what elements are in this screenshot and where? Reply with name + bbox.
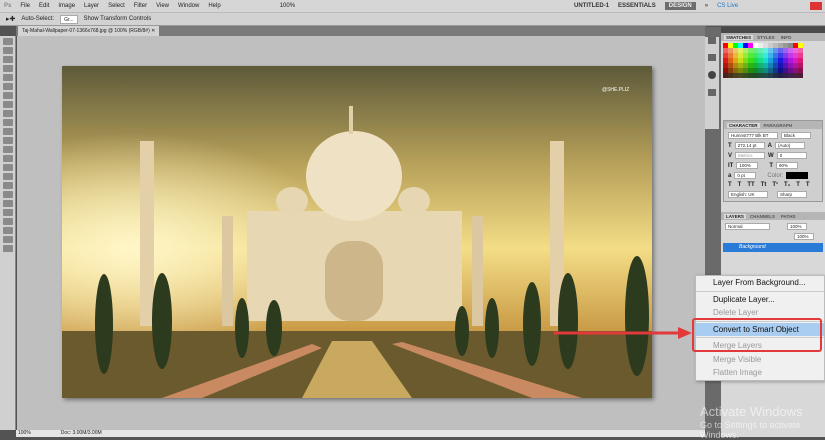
tab-styles[interactable]: STYLES [755,35,777,40]
auto-select-dropdown[interactable]: Gr... [60,14,78,24]
menu-item-flatten-image[interactable]: Flatten Image [696,366,824,380]
tool-icon[interactable] [3,164,13,171]
options-bar: ▸✚ Auto-Select: Gr... Show Transform Con… [0,12,825,26]
cs-live-button[interactable]: CS Live [717,3,738,9]
tool-icon[interactable] [3,173,13,180]
photoshop-logo: Ps [4,3,12,9]
menu-edit[interactable]: Edit [39,3,49,9]
tool-icon[interactable] [3,101,13,108]
tool-icon[interactable] [3,74,13,81]
color-label: Color: [767,172,784,179]
zoom-select[interactable]: 100% [280,3,295,9]
more-workspaces-button[interactable]: » [705,3,708,9]
tab-layers[interactable]: LAYERS [724,213,746,219]
menu-layer[interactable]: Layer [84,3,99,9]
tool-icon[interactable] [3,155,13,162]
tool-icon[interactable] [3,128,13,135]
horizontal-scale-field[interactable]: 90% [776,162,799,169]
menu-item-layer-from-background[interactable]: Layer From Background... [696,276,824,290]
activate-windows-subtitle: Go to Settings to activate Windows. [700,420,801,440]
swatch[interactable] [798,73,803,78]
fill-field[interactable]: 100% [794,233,814,240]
status-bar: 100% Doc: 3.00M/3.00M [16,430,706,437]
tool-icon[interactable] [3,83,13,90]
document-tab[interactable]: Taj-Mahal-Wallpaper-07-1366x768.jpg @ 10… [18,26,160,36]
menu-window[interactable]: Window [178,3,199,9]
tool-icon[interactable] [3,47,13,54]
tab-info[interactable]: INFO [779,35,794,40]
tool-icon[interactable] [3,227,13,234]
auto-select-checkbox[interactable]: Auto-Select: [21,16,54,22]
menu-image[interactable]: Image [58,3,75,9]
menu-view[interactable]: View [156,3,169,9]
tab-channels[interactable]: CHANNELS [748,214,777,219]
tool-icon[interactable] [3,191,13,198]
status-zoom[interactable]: 100% [18,430,31,437]
menu-help[interactable]: Help [208,3,220,9]
tool-icon[interactable] [3,119,13,126]
tool-icon[interactable] [3,65,13,72]
menu-filter[interactable]: Filter [134,3,147,9]
layer-row-background[interactable]: Background [723,243,823,252]
font-size-field[interactable]: 272.14 pt [734,142,765,149]
workspace-untitled[interactable]: UNTITLED-1 [574,3,609,9]
layers-tabs: LAYERS CHANNELS PATHS [721,212,825,220]
activate-windows-title: Activate Windows [700,404,803,419]
tab-character[interactable]: CHARACTER [727,122,760,128]
tool-icon[interactable] [3,146,13,153]
tracking-field[interactable]: 0 [776,152,807,159]
tool-icon[interactable] [3,209,13,216]
menu-select[interactable]: Select [108,3,125,9]
text-color-swatch[interactable] [786,172,809,179]
blend-mode-select[interactable]: Normal [725,223,770,230]
kerning-field[interactable]: Metrics [735,152,766,159]
tool-icon[interactable] [3,182,13,189]
tab-paths[interactable]: PATHS [779,214,798,219]
tool-icon[interactable] [3,110,13,117]
swatches-tabs: SWATCHES STYLES INFO [721,33,825,41]
tool-icon[interactable] [3,56,13,63]
baseline-shift-field[interactable]: 0 pt [734,172,757,179]
tool-icon[interactable] [3,218,13,225]
vertical-scale-field[interactable]: 100% [736,162,759,169]
menu-bar: Ps File Edit Image Layer Select Filter V… [0,0,825,12]
close-window-button[interactable] [810,2,822,10]
tool-icon[interactable] [3,92,13,99]
font-family-select[interactable]: Humnst777 Blk BT [728,132,778,139]
image-watermark: @SHE.PLIZ [602,87,629,93]
antialias-select[interactable]: Sharp [777,191,807,198]
tool-icon[interactable] [3,38,13,45]
leading-field[interactable]: (Auto) [775,142,806,149]
tool-icon[interactable] [3,236,13,243]
tool-icon[interactable] [3,200,13,207]
move-tool-icon[interactable]: ▸✚ [6,15,15,23]
tool-icon[interactable] [3,137,13,144]
language-select[interactable]: English: UK [728,191,768,198]
annotation-highlight-box [692,318,822,352]
tab-swatches[interactable]: SWATCHES [724,34,754,40]
character-tabs: CHARACTER PARAGRAPH [724,121,822,129]
font-style-select[interactable]: Black [781,132,811,139]
opacity-field[interactable]: 100% [787,223,807,230]
adjustments-icon[interactable] [708,71,716,79]
document-tab-title: Taj-Mahal-Wallpaper-07-1366x768.jpg @ 10… [22,28,150,34]
tools-panel [0,36,16,430]
tab-paragraph[interactable]: PARAGRAPH [762,123,795,128]
workspace-essentials[interactable]: ESSENTIALS [618,3,656,9]
actions-icon[interactable] [708,54,716,61]
layer-name: Background [739,244,766,250]
workspace-design[interactable]: DESIGN [664,2,696,10]
menu-item-merge-visible[interactable]: Merge Visible [696,353,824,367]
menu-file[interactable]: File [20,3,30,9]
taj-mahal-image: @SHE.PLIZ [62,66,652,398]
annotation-arrow-icon [554,327,692,339]
masks-icon[interactable] [708,89,716,96]
menu-item-duplicate-layer[interactable]: Duplicate Layer... [696,293,824,307]
show-transform-checkbox[interactable]: Show Transform Controls [84,16,152,22]
tool-icon[interactable] [3,245,13,252]
status-doc-size: Doc: 3.00M/3.00M [60,430,102,436]
swatch-grid[interactable] [723,43,823,78]
history-icon[interactable] [708,37,716,44]
